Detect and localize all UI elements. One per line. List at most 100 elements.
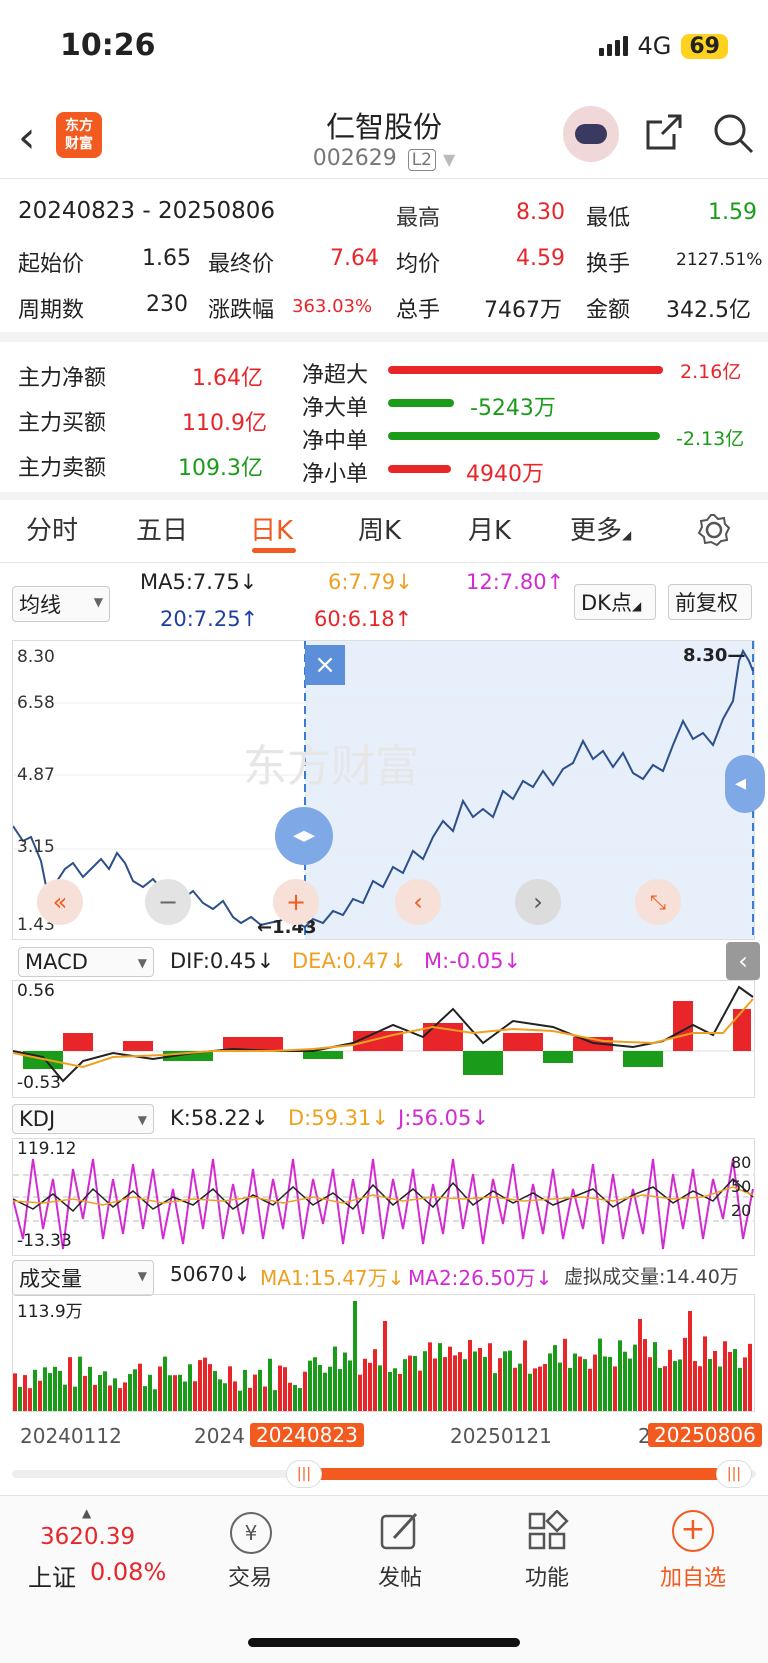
volume-bar xyxy=(508,1350,512,1411)
index-value[interactable]: 3620.39 xyxy=(40,1524,135,1550)
volume-bar xyxy=(363,1358,367,1411)
range-handle-right[interactable]: ||| xyxy=(716,1460,752,1488)
tab-daily-k[interactable]: 日K xyxy=(250,510,293,547)
ma-selector[interactable]: 均线 ▼ xyxy=(12,586,110,622)
kline-chart[interactable]: 东方财富 8.30 6.58 4.87 3.15 1.43 8.30— ←1.4… xyxy=(12,640,765,940)
range-handle-left[interactable]: ||| xyxy=(286,1460,322,1488)
turnover-label: 换手 xyxy=(586,252,631,277)
tab-more[interactable]: 更多◢ xyxy=(570,510,631,547)
volume-bar xyxy=(443,1357,447,1411)
volume-bar xyxy=(403,1359,407,1411)
volume-bar xyxy=(653,1342,657,1411)
dk-point-button[interactable]: DK点◢ xyxy=(574,584,656,620)
zoom-in-icon[interactable]: + xyxy=(273,879,319,925)
adjust-button[interactable]: 前复权 xyxy=(668,584,752,620)
functions-grid-icon[interactable] xyxy=(526,1510,570,1554)
assistant-avatar[interactable] xyxy=(563,106,619,162)
volume-virtual: 虚拟成交量:14.40万 xyxy=(564,1266,739,1288)
chart-watermark: 东方财富 xyxy=(243,742,419,791)
rewind-icon[interactable]: « xyxy=(37,879,83,925)
volume-bar xyxy=(513,1367,517,1411)
volume-bar xyxy=(48,1373,52,1411)
volume-bar xyxy=(518,1363,522,1411)
volume-bar xyxy=(213,1371,217,1411)
volume-bar xyxy=(668,1349,672,1411)
trade-icon[interactable]: ¥ xyxy=(230,1512,272,1554)
ma-selector-label: 均线 xyxy=(19,593,61,617)
kdj-selector[interactable]: KDJ ▼ xyxy=(12,1104,154,1134)
volume-bar xyxy=(73,1386,77,1411)
tab-weekly-k[interactable]: 周K xyxy=(358,510,401,547)
nav-trade[interactable]: 交易 xyxy=(200,1560,300,1592)
volume-bar xyxy=(658,1367,662,1411)
ma60-value: 60:6.18↑ xyxy=(314,607,413,631)
collapse-panel-icon[interactable]: ◂ xyxy=(725,755,765,813)
avg-label: 均价 xyxy=(396,252,441,277)
step-left-icon[interactable]: ‹ xyxy=(395,879,441,925)
flow-bar-extra-large xyxy=(388,366,663,374)
y-axis-label: 6.58 xyxy=(17,693,55,713)
zoom-out-icon[interactable]: − xyxy=(145,879,191,925)
kdj-bottom-label: -13.33 xyxy=(17,1231,72,1251)
settings-gear-icon[interactable] xyxy=(696,512,732,548)
fullscreen-icon[interactable]: ⤡ xyxy=(635,879,681,925)
ma12-value: 12:7.80↑ xyxy=(466,570,565,594)
volume-bar xyxy=(548,1353,552,1411)
volume-bar xyxy=(703,1336,707,1411)
stock-code: 002629 xyxy=(312,146,397,171)
tab-monthly-k[interactable]: 月K xyxy=(468,510,511,547)
volume-bar xyxy=(473,1351,477,1411)
tab-five-day[interactable]: 五日 xyxy=(136,510,188,547)
flow-row-label: 净超大 xyxy=(302,363,369,388)
home-indicator xyxy=(248,1638,520,1647)
main-net-value: 1.64亿 xyxy=(192,366,263,391)
macd-top-label: 0.56 xyxy=(17,981,55,1001)
close-selection-icon[interactable]: × xyxy=(305,645,345,685)
volume-bar xyxy=(113,1378,117,1411)
volume-bar xyxy=(623,1351,627,1411)
volume-bar xyxy=(223,1383,227,1411)
volume-bar xyxy=(718,1366,722,1411)
flow-row-value: 4940万 xyxy=(466,462,544,487)
flow-bar-large xyxy=(388,399,454,407)
volume-bar xyxy=(318,1364,322,1411)
expand-arrow-icon[interactable]: ▲ xyxy=(82,1506,91,1520)
flow-row-value: -5243万 xyxy=(470,396,556,421)
nav-functions[interactable]: 功能 xyxy=(497,1560,597,1592)
volume-bar xyxy=(243,1369,247,1411)
macd-selector[interactable]: MACD ▼ xyxy=(18,947,154,977)
search-icon[interactable] xyxy=(712,112,756,156)
signal-icon xyxy=(598,36,628,56)
volume-bar xyxy=(468,1339,472,1411)
tab-fenshi[interactable]: 分时 xyxy=(26,510,78,547)
collapse-indicator-icon[interactable]: ‹ xyxy=(726,942,760,980)
volume-bar xyxy=(728,1352,732,1411)
high-value: 8.30 xyxy=(516,200,565,225)
volume-bar xyxy=(588,1368,592,1411)
step-right-icon[interactable]: › xyxy=(515,879,561,925)
add-watchlist-icon[interactable]: + xyxy=(672,1510,714,1552)
kdj-d: D:59.31↓ xyxy=(288,1106,389,1130)
drag-handle-icon[interactable]: ◂▸ xyxy=(275,807,333,865)
nav-post[interactable]: 发帖 xyxy=(350,1560,450,1592)
volume-bar xyxy=(218,1379,222,1411)
macd-dif: DIF:0.45↓ xyxy=(170,949,275,973)
volume-bar xyxy=(323,1372,327,1411)
date-label: 2024 xyxy=(194,1424,245,1448)
volume-bar xyxy=(343,1352,347,1411)
share-icon[interactable] xyxy=(644,112,684,152)
volume-bar xyxy=(368,1362,372,1411)
flow-row-label: 净小单 xyxy=(302,462,369,487)
macd-m: M:-0.05↓ xyxy=(424,949,522,973)
volume-bar xyxy=(693,1361,697,1411)
volume-selector[interactable]: 成交量 ▼ xyxy=(12,1260,154,1296)
volume-bar xyxy=(463,1359,467,1411)
compose-post-icon[interactable] xyxy=(378,1510,422,1554)
volume-bar xyxy=(148,1374,152,1411)
nav-add-watchlist[interactable]: 加自选 xyxy=(643,1560,743,1592)
dk-button-label: DK点 xyxy=(581,591,632,615)
volume-bar xyxy=(423,1351,427,1411)
volume-bar xyxy=(388,1372,392,1411)
volume-bar xyxy=(353,1301,357,1411)
flow-row-label: 净中单 xyxy=(302,429,369,454)
